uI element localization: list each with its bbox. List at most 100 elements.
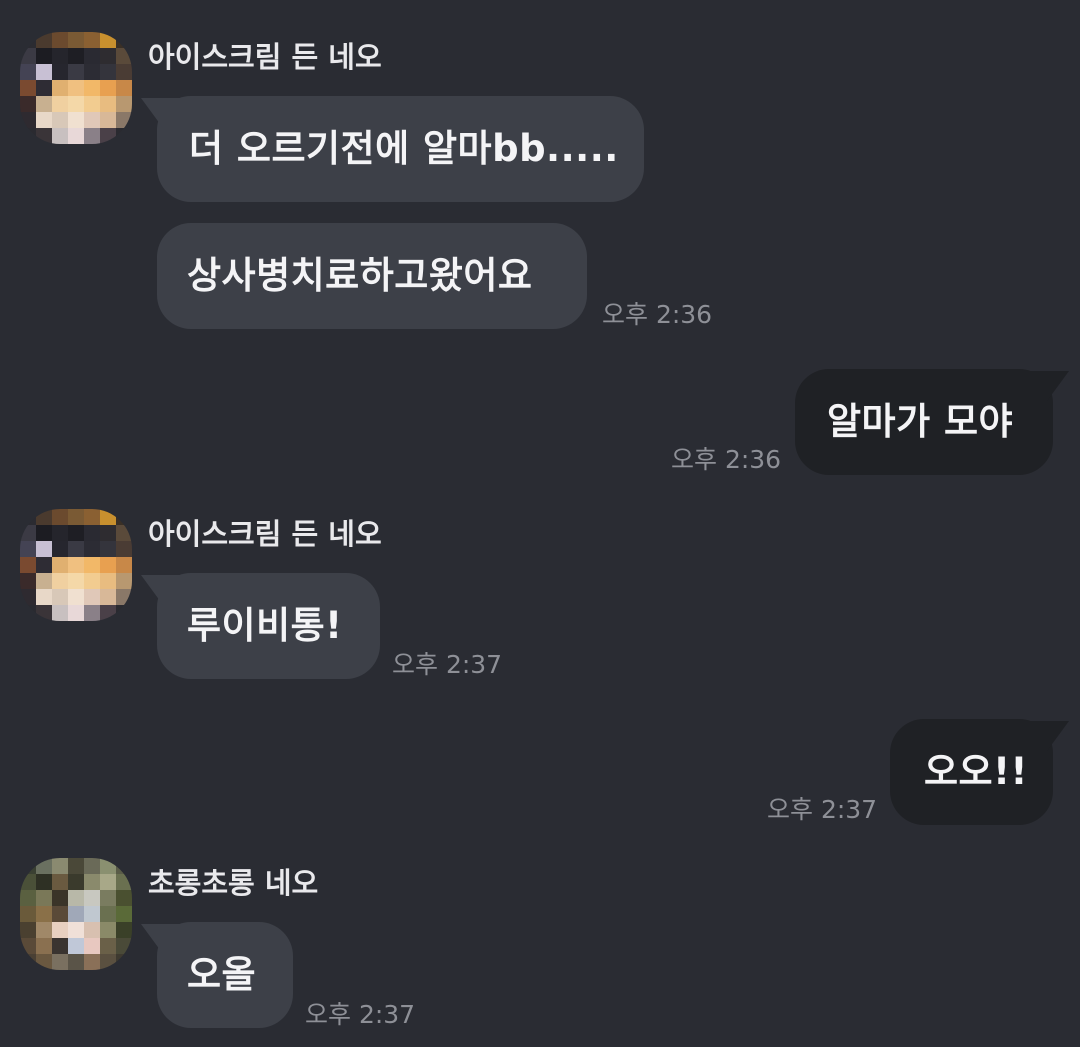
avatar-pixel xyxy=(68,32,84,48)
sender-name: 초롱초롱 네오 xyxy=(148,866,319,900)
avatar-pixel xyxy=(100,112,116,128)
avatar-pixel xyxy=(116,32,132,48)
avatar-pixel xyxy=(52,96,68,112)
avatar-pixel xyxy=(52,541,68,557)
avatar-pixel xyxy=(20,573,36,589)
avatar-pixel xyxy=(20,605,36,621)
avatar-pixel xyxy=(68,874,84,890)
avatar-pixel xyxy=(100,589,116,605)
avatar-pixel xyxy=(36,48,52,64)
avatar-pixel xyxy=(36,954,52,970)
avatar-pixel xyxy=(52,509,68,525)
avatar-pixel xyxy=(100,541,116,557)
avatar-pixel xyxy=(116,525,132,541)
avatar-pixel xyxy=(36,509,52,525)
avatar-pixel xyxy=(36,128,52,144)
avatar-pixel xyxy=(36,96,52,112)
message-bubble[interactable]: 더 오르기전에 알마bb..... xyxy=(157,96,644,202)
avatar-pixel xyxy=(36,541,52,557)
avatar-pixel xyxy=(36,112,52,128)
message-timestamp: 오후 2:36 xyxy=(671,445,782,474)
avatar-pixel xyxy=(52,32,68,48)
avatar-pixel xyxy=(68,954,84,970)
avatar-pixel xyxy=(68,890,84,906)
message-bubble[interactable]: 알마가 모야 xyxy=(795,369,1053,475)
avatar-pixel xyxy=(100,573,116,589)
avatar-pixel xyxy=(20,48,36,64)
message-text: 오올 xyxy=(187,953,257,996)
avatar-pixel xyxy=(84,938,100,954)
avatar-pixel xyxy=(84,858,100,874)
avatar-pixel xyxy=(68,128,84,144)
avatar-pixel xyxy=(84,80,100,96)
message-bubble[interactable]: 루이비통! xyxy=(157,573,380,679)
avatar-pixel xyxy=(68,922,84,938)
chat-thread: 아이스크림 든 네오 더 오르기전에 알마bb..... 상사병치료하고왔어요 … xyxy=(0,0,1080,1047)
avatar-pixel xyxy=(100,96,116,112)
avatar-pixel xyxy=(116,890,132,906)
avatar-pixel xyxy=(20,954,36,970)
avatar-pixel xyxy=(84,509,100,525)
avatar-pixel xyxy=(36,64,52,80)
avatar-pixel xyxy=(116,96,132,112)
avatar-pixel xyxy=(20,128,36,144)
message-bubble[interactable]: 오오!! xyxy=(890,719,1053,825)
avatar-pixel xyxy=(84,573,100,589)
avatar-pixel xyxy=(36,80,52,96)
avatar-pixel xyxy=(20,890,36,906)
avatar-pixel xyxy=(52,906,68,922)
avatar-pixel xyxy=(100,938,116,954)
avatar-pixel xyxy=(100,954,116,970)
sender-avatar[interactable] xyxy=(20,509,132,621)
avatar-pixel xyxy=(20,64,36,80)
avatar-pixel xyxy=(20,922,36,938)
sender-avatar[interactable] xyxy=(20,32,132,144)
avatar-pixel xyxy=(68,906,84,922)
avatar-pixel xyxy=(36,922,52,938)
avatar-pixel xyxy=(84,922,100,938)
avatar-pixel xyxy=(84,589,100,605)
avatar-pixel xyxy=(52,858,68,874)
message-bubble[interactable]: 오올 xyxy=(157,922,293,1028)
avatar-pixel xyxy=(116,922,132,938)
sender-avatar[interactable] xyxy=(20,858,132,970)
message-text: 오오!! xyxy=(924,750,1028,793)
avatar-pixel xyxy=(100,128,116,144)
avatar-pixel xyxy=(20,112,36,128)
avatar-pixel xyxy=(116,954,132,970)
avatar-pixel xyxy=(100,64,116,80)
avatar-pixel xyxy=(116,589,132,605)
avatar-pixel xyxy=(52,573,68,589)
avatar-pixel xyxy=(100,48,116,64)
avatar-pixel xyxy=(20,32,36,48)
message-timestamp: 오후 2:37 xyxy=(305,1000,416,1029)
message-text: 알마가 모야 xyxy=(827,400,1014,443)
avatar-pixel xyxy=(20,96,36,112)
avatar-pixel xyxy=(52,589,68,605)
avatar-pixel xyxy=(116,80,132,96)
avatar-pixel xyxy=(52,80,68,96)
avatar-pixel xyxy=(20,541,36,557)
avatar-pixel xyxy=(36,605,52,621)
avatar-pixel xyxy=(68,509,84,525)
avatar-pixel xyxy=(20,938,36,954)
avatar-pixel xyxy=(84,96,100,112)
avatar-pixel xyxy=(84,557,100,573)
message-timestamp: 오후 2:37 xyxy=(392,650,503,679)
avatar-pixel xyxy=(100,874,116,890)
avatar-pixel xyxy=(52,890,68,906)
avatar-pixel xyxy=(84,112,100,128)
avatar-pixel xyxy=(68,64,84,80)
message-bubble[interactable]: 상사병치료하고왔어요 xyxy=(157,223,587,329)
avatar-pixel xyxy=(116,48,132,64)
avatar-pixel xyxy=(116,906,132,922)
avatar-pixel xyxy=(52,48,68,64)
avatar-pixel xyxy=(116,605,132,621)
avatar-pixel xyxy=(20,557,36,573)
avatar-pixel xyxy=(68,112,84,128)
avatar-pixel xyxy=(36,906,52,922)
avatar-pixel xyxy=(68,858,84,874)
avatar-pixel xyxy=(116,509,132,525)
avatar-pixel xyxy=(52,112,68,128)
avatar-pixel xyxy=(52,525,68,541)
